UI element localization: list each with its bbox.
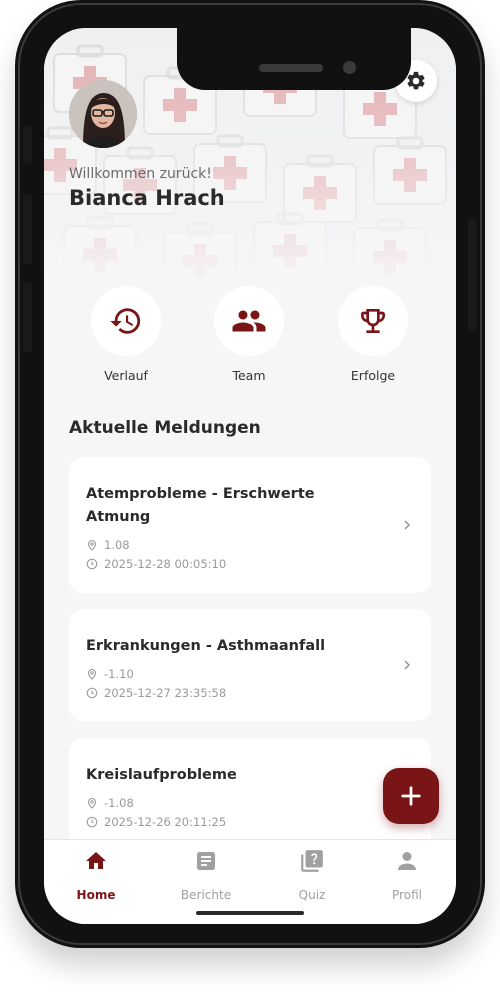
document-icon <box>197 852 215 870</box>
home-indicator[interactable] <box>196 911 304 915</box>
history-icon <box>110 308 141 334</box>
person-icon <box>398 852 416 870</box>
volume-down-button <box>23 282 32 352</box>
quick-action-achievements[interactable]: Erfolge <box>328 286 418 383</box>
avatar[interactable] <box>69 80 137 148</box>
location-value: 1.08 <box>104 538 130 552</box>
speaker <box>259 64 323 72</box>
chevron-right-icon <box>404 520 410 530</box>
location-pin-icon <box>87 797 97 809</box>
user-photo <box>69 80 137 148</box>
nav-label: Berichte <box>180 888 232 902</box>
quick-action-label: Erfolge <box>350 368 396 383</box>
report-location: 1.08 <box>86 537 371 553</box>
notch <box>177 28 411 90</box>
nav-item-berichte[interactable]: Berichte <box>161 848 251 902</box>
report-location: -1.08 <box>86 795 371 811</box>
report-title: Erkrankungen - Asthmaanfall <box>86 638 326 654</box>
report-title: Kreislaufprobleme <box>86 767 237 783</box>
timestamp-value: 2025-12-26 20:11:25 <box>104 815 227 829</box>
section-title: Aktuelle Meldungen <box>69 418 261 438</box>
timestamp-value: 2025-12-28 00:05:10 <box>104 557 227 571</box>
app-screen: Willkommen zurück! Bianca Hrach Verlauf … <box>44 28 456 924</box>
power-button <box>468 218 477 330</box>
report-time: 2025-12-28 00:05:10 <box>86 556 371 572</box>
mute-switch <box>23 126 32 164</box>
team-icon <box>232 310 266 332</box>
home-icon <box>86 852 106 869</box>
plus-icon <box>401 786 421 806</box>
location-pin-icon <box>87 539 97 551</box>
report-card[interactable]: Atemprobleme - Erschwerte Atmung 1.08 20… <box>69 457 431 593</box>
report-time: 2025-12-27 23:35:58 <box>86 685 371 701</box>
nav-item-profil[interactable]: Profil <box>362 848 452 902</box>
clock-icon <box>86 558 98 570</box>
chevron-right-icon <box>404 660 410 670</box>
add-report-button[interactable] <box>383 768 439 824</box>
clock-icon <box>86 816 98 828</box>
volume-up-button <box>23 194 32 264</box>
quick-action-history[interactable]: Verlauf <box>81 286 171 383</box>
front-camera <box>343 61 356 74</box>
user-name: Bianca Hrach <box>69 186 225 210</box>
location-value: -1.10 <box>104 667 134 681</box>
timestamp-value: 2025-12-27 23:35:58 <box>104 686 227 700</box>
nav-label: Quiz <box>298 888 326 902</box>
location-pin-icon <box>87 668 97 680</box>
nav-item-quiz[interactable]: Quiz <box>267 848 357 902</box>
quick-action-circle <box>91 286 161 356</box>
quiz-icon <box>301 850 323 872</box>
nav-item-home[interactable]: Home <box>51 848 141 902</box>
nav-label: Home <box>76 888 116 902</box>
quick-action-label: Verlauf <box>104 368 148 383</box>
trophy-icon <box>361 309 385 333</box>
report-card[interactable]: Erkrankungen - Asthmaanfall -1.10 2025-1… <box>69 609 431 721</box>
welcome-text: Willkommen zurück! <box>69 166 212 182</box>
quick-action-label: Team <box>232 368 266 383</box>
location-value: -1.08 <box>104 796 134 810</box>
report-time: 2025-12-26 20:11:25 <box>86 814 371 830</box>
quick-action-team[interactable]: Team <box>204 286 294 383</box>
quick-action-circle <box>338 286 408 356</box>
clock-icon <box>86 687 98 699</box>
nav-label: Profil <box>392 888 422 902</box>
report-title: Atemprobleme - Erschwerte Atmung <box>86 486 315 525</box>
report-location: -1.10 <box>86 666 371 682</box>
quick-action-circle <box>214 286 284 356</box>
